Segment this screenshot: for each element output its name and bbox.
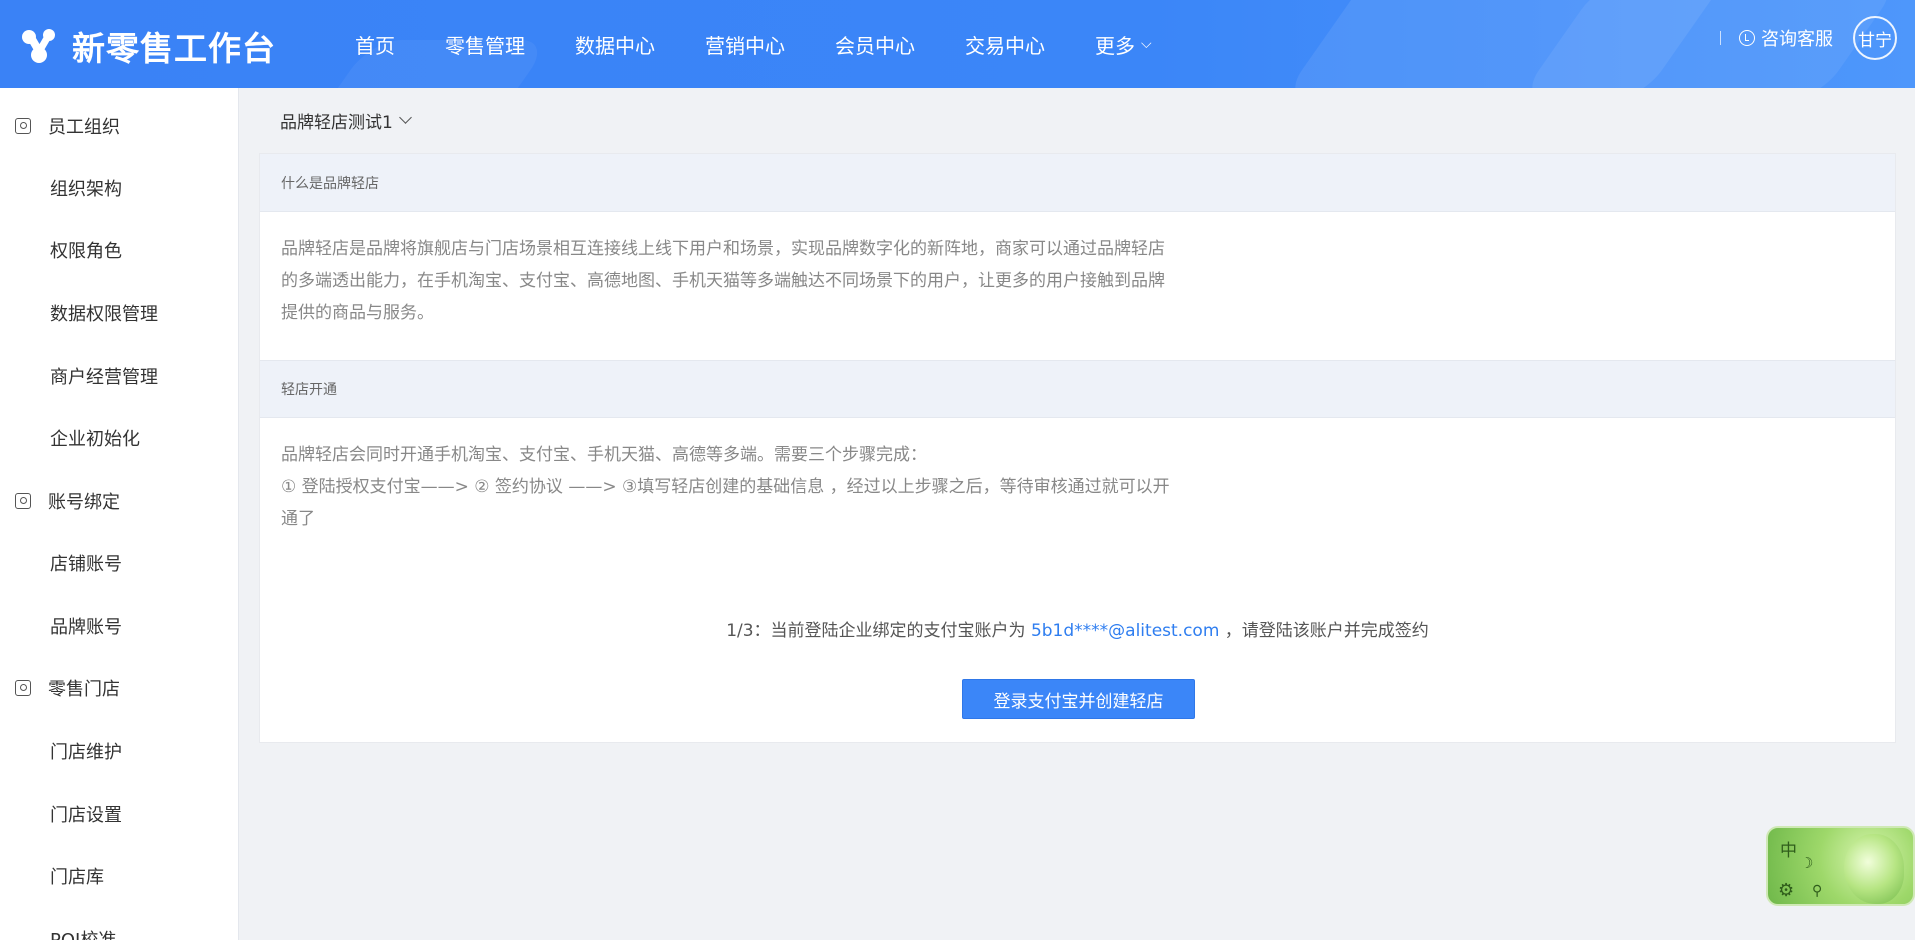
- sidebar-group-retail-store[interactable]: 零售门店: [0, 673, 238, 703]
- sidebar-item-store-settings[interactable]: 门店设置: [0, 799, 238, 829]
- section-description: 品牌轻店会同时开通手机淘宝、支付宝、手机天猫、高德等多端。需要三个步骤完成： ①…: [281, 439, 1241, 535]
- sidebar-item-shop-account[interactable]: 店铺账号: [0, 548, 238, 578]
- sidebar-group-staff-org[interactable]: 员工组织: [0, 111, 238, 141]
- pin-icon[interactable]: ⚲: [1812, 882, 1822, 899]
- section-header: 轻店开通: [260, 360, 1895, 418]
- sidebar-item-permission-roles[interactable]: 权限角色: [0, 235, 238, 265]
- chevron-down-icon: ⌵: [1141, 36, 1152, 52]
- logo-icon: [22, 29, 55, 63]
- ime-mode-toggle[interactable]: 中: [1780, 836, 1797, 861]
- sidebar-group-label: 账号绑定: [48, 492, 120, 513]
- nav-more[interactable]: 更多 ⌵: [1095, 30, 1152, 59]
- sidebar-group-label: 员工组织: [48, 117, 120, 138]
- step-prefix: 1/3：当前登陆企业绑定的支付宝账户为: [726, 621, 1031, 641]
- ime-toolbar[interactable]: 中 ☽ ⚙ ⚲: [1766, 826, 1915, 906]
- contact-card-icon: [15, 118, 31, 134]
- description-line: 的多端透出能力，在手机淘宝、支付宝、高德地图、手机天猫等多端触达不同场景下的用户…: [281, 271, 1165, 291]
- description-line: 品牌轻店是品牌将旗舰店与门店场景相互连接线上线下用户和场景，实现品牌数字化的新阵…: [281, 239, 1165, 259]
- store-icon: [15, 680, 31, 696]
- app-logo[interactable]: 新零售工作台: [20, 22, 276, 70]
- nav-trade-center[interactable]: 交易中心: [965, 30, 1045, 59]
- customer-service-link[interactable]: 咨询客服: [1739, 25, 1833, 51]
- user-avatar[interactable]: 甘宁: [1853, 16, 1897, 60]
- nav-more-label: 更多: [1095, 33, 1135, 58]
- sidebar-item-org-structure[interactable]: 组织架构: [0, 173, 238, 203]
- description-line: 通了: [281, 509, 315, 529]
- section-description: 品牌轻店是品牌将旗舰店与门店场景相互连接线上线下用户和场景，实现品牌数字化的新阵…: [281, 233, 1241, 329]
- store-selector-label: 品牌轻店测试1: [280, 113, 393, 133]
- nav-retail-management[interactable]: 零售管理: [445, 30, 525, 59]
- light-store-panel: 什么是品牌轻店 品牌轻店是品牌将旗舰店与门店场景相互连接线上线下用户和场景，实现…: [259, 153, 1896, 743]
- top-header: 新零售工作台 首页 零售管理 数据中心 营销中心 会员中心 交易中心 更多 ⌵ …: [0, 0, 1915, 88]
- nav-data-center[interactable]: 数据中心: [575, 30, 655, 59]
- header-right: 咨询客服 甘宁: [1720, 16, 1897, 60]
- customer-service-icon: [1739, 30, 1755, 46]
- description-line: 品牌轻店会同时开通手机淘宝、支付宝、手机天猫、高德等多端。需要三个步骤完成：: [281, 445, 927, 465]
- nav-home[interactable]: 首页: [355, 30, 395, 59]
- sidebar: 员工组织 组织架构 权限角色 数据权限管理 商户经营管理 企业初始化 账号绑定 …: [0, 88, 239, 940]
- sidebar-item-enterprise-init[interactable]: 企业初始化: [0, 423, 238, 453]
- alipay-account: 5b1d****@alitest.com: [1030, 621, 1220, 641]
- gear-icon[interactable]: ⚙: [1778, 880, 1794, 901]
- sidebar-item-store-maintenance[interactable]: 门店维护: [0, 736, 238, 766]
- moon-icon[interactable]: ☽: [1800, 854, 1813, 872]
- account-bind-icon: [15, 493, 31, 509]
- description-line: ① 登陆授权支付宝——> ② 签约协议 ——> ③填写轻店创建的基础信息 ，经过…: [281, 477, 1170, 497]
- sidebar-group-label: 零售门店: [48, 679, 120, 700]
- customer-service-label: 咨询客服: [1761, 29, 1833, 50]
- section-header: 什么是品牌轻店: [260, 154, 1895, 212]
- nav-member-center[interactable]: 会员中心: [835, 30, 915, 59]
- sidebar-item-poi-calibration[interactable]: POI校准: [0, 924, 238, 940]
- top-nav: 首页 零售管理 数据中心 营销中心 会员中心 交易中心 更多 ⌵: [355, 0, 1202, 88]
- sidebar-item-store-library[interactable]: 门店库: [0, 861, 238, 891]
- sidebar-item-data-permission[interactable]: 数据权限管理: [0, 298, 238, 328]
- divider: [1720, 31, 1721, 45]
- step-suffix: ，请登陆该账户并完成签约: [1219, 621, 1429, 641]
- app-title: 新零售工作台: [72, 29, 276, 68]
- nav-marketing-center[interactable]: 营销中心: [705, 30, 785, 59]
- login-alipay-create-store-button[interactable]: 登录支付宝并创建轻店: [962, 679, 1195, 719]
- sidebar-group-account-bind[interactable]: 账号绑定: [0, 486, 238, 516]
- sidebar-item-brand-account[interactable]: 品牌账号: [0, 611, 238, 641]
- sidebar-item-merchant-operation[interactable]: 商户经营管理: [0, 361, 238, 391]
- chevron-down-icon: [398, 111, 412, 124]
- description-line: 提供的商品与服务。: [281, 303, 434, 323]
- store-selector[interactable]: 品牌轻店测试1: [280, 108, 412, 133]
- leaf-decoration: [1844, 834, 1904, 904]
- step-status: 1/3：当前登陆企业绑定的支付宝账户为 5b1d****@alitest.com…: [260, 616, 1895, 641]
